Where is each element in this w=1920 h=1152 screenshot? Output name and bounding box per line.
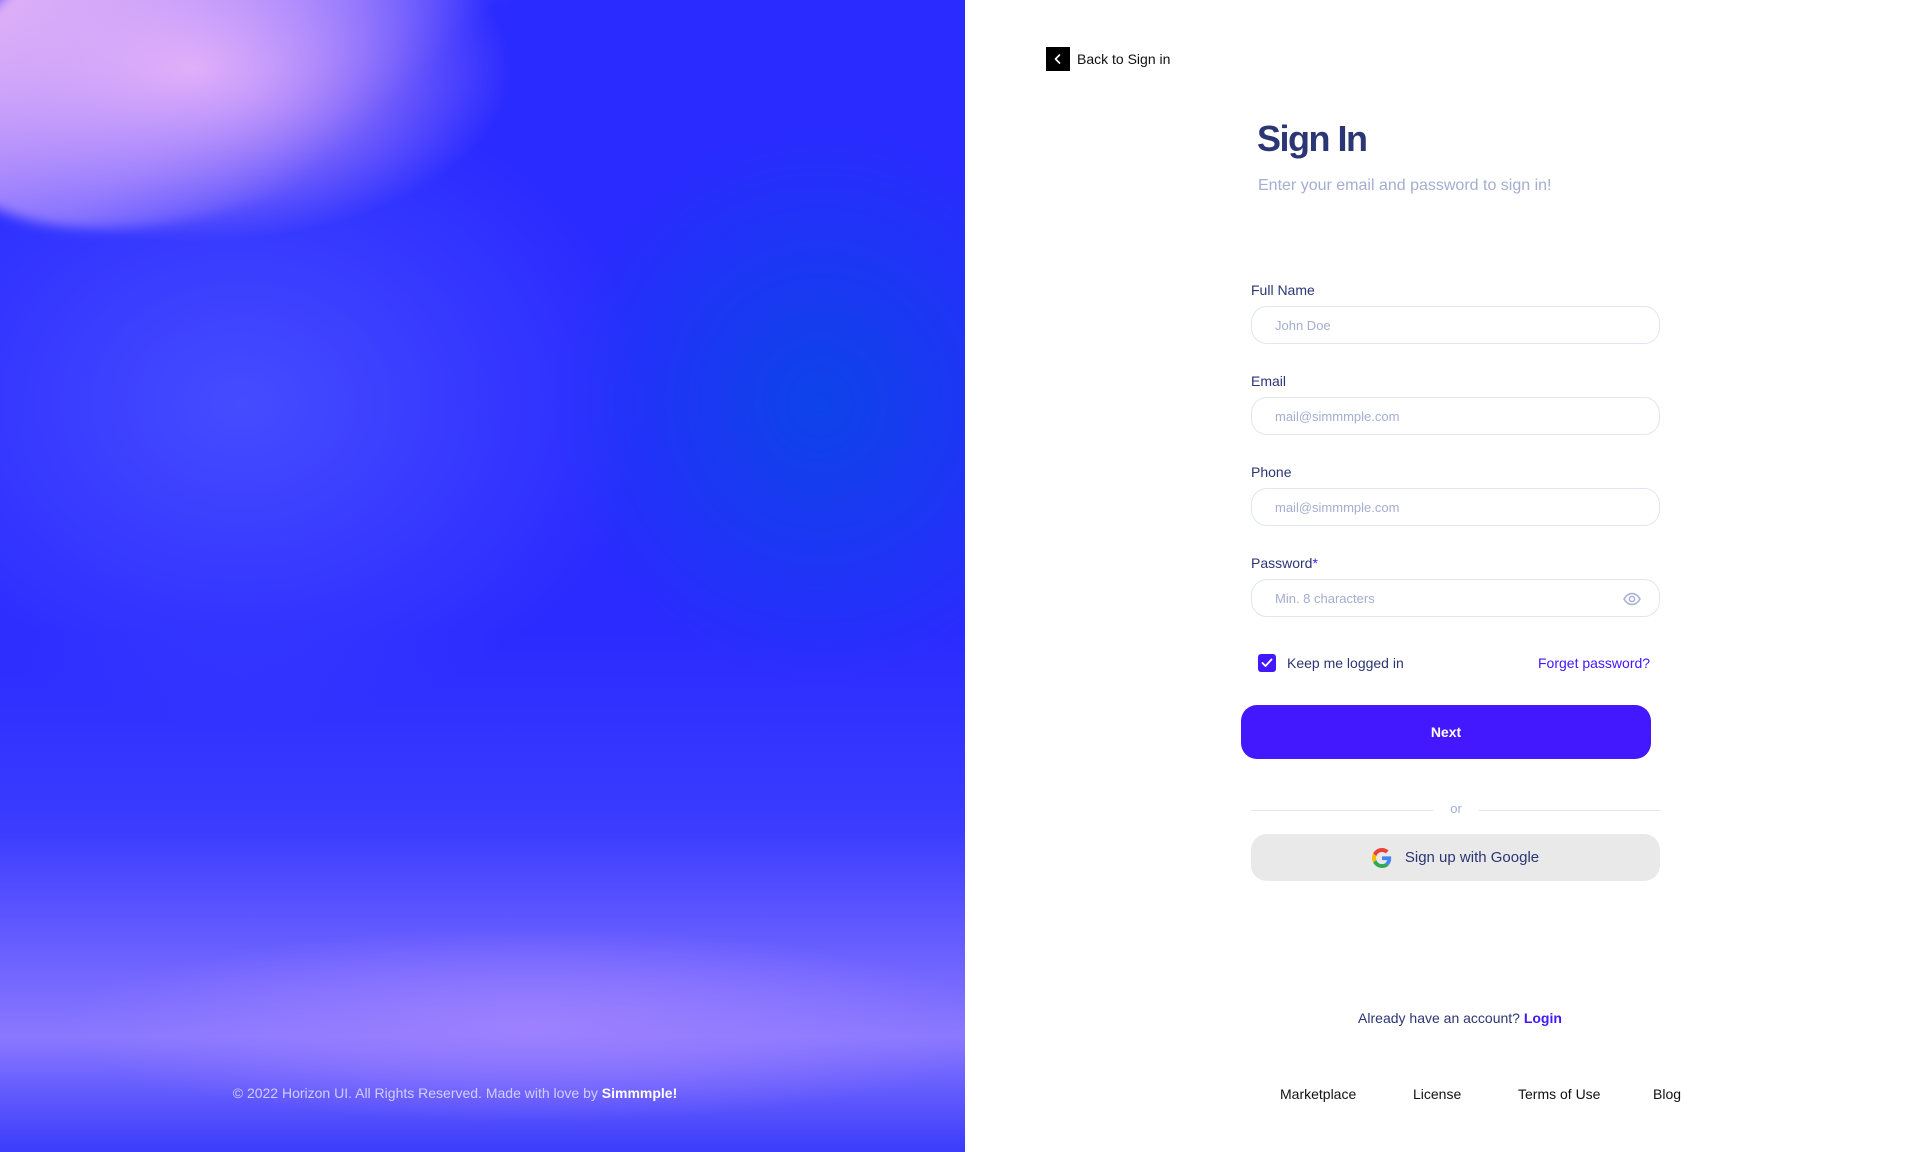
footer-link-marketplace[interactable]: Marketplace	[1280, 1086, 1356, 1102]
copyright-text: © 2022 Horizon UI. All Rights Reserved. …	[232, 1085, 598, 1101]
hero-gradient-sheen	[0, 0, 578, 305]
next-button[interactable]: Next	[1241, 705, 1651, 759]
account-prompt-text: Already have an account?	[1358, 1010, 1520, 1026]
page-subtitle: Enter your email and password to sign in…	[1258, 177, 1552, 194]
eye-icon[interactable]	[1623, 591, 1641, 607]
phone-input[interactable]	[1251, 488, 1660, 526]
keep-logged-in-label[interactable]: Keep me logged in	[1287, 655, 1404, 671]
password-label: Password*	[1251, 555, 1318, 571]
page-title: Sign In	[1257, 118, 1368, 159]
copyright-brand: Simmmple!	[601, 1085, 678, 1101]
footer-link-terms[interactable]: Terms of Use	[1518, 1086, 1600, 1102]
divider-or-text: or	[1450, 801, 1462, 816]
keep-logged-in-checkbox[interactable]	[1258, 654, 1276, 672]
full-name-label: Full Name	[1251, 282, 1315, 298]
forgot-password-link[interactable]: Forget password?	[1538, 655, 1650, 671]
hero-copyright: © 2022 Horizon UI. All Rights Reserved. …	[0, 1085, 910, 1101]
sign-in-page: © 2022 Horizon UI. All Rights Reserved. …	[0, 0, 1920, 1152]
back-to-sign-in-link[interactable]: Back to Sign in	[1046, 47, 1170, 71]
divider-line-right	[1479, 810, 1660, 811]
footer-link-blog[interactable]: Blog	[1653, 1086, 1681, 1102]
google-sign-up-button[interactable]: Sign up with Google	[1251, 834, 1660, 881]
back-link-label: Back to Sign in	[1077, 51, 1171, 67]
google-button-label: Sign up with Google	[1404, 849, 1540, 866]
google-logo-icon	[1371, 847, 1392, 868]
hero-panel: © 2022 Horizon UI. All Rights Reserved. …	[0, 0, 965, 1152]
phone-label: Phone	[1251, 464, 1292, 480]
login-link[interactable]: Login	[1524, 1010, 1562, 1026]
chevron-left-icon	[1046, 47, 1070, 71]
footer-link-license[interactable]: License	[1413, 1086, 1461, 1102]
full-name-input[interactable]	[1251, 306, 1660, 344]
password-label-text: Password	[1251, 555, 1313, 571]
check-icon	[1261, 658, 1273, 667]
divider-line-left	[1251, 810, 1433, 811]
password-input[interactable]	[1251, 579, 1660, 617]
required-mark: *	[1312, 555, 1318, 571]
email-label: Email	[1251, 373, 1287, 389]
account-prompt: Already have an account? Login	[1220, 1010, 1700, 1026]
email-input[interactable]	[1251, 397, 1660, 435]
